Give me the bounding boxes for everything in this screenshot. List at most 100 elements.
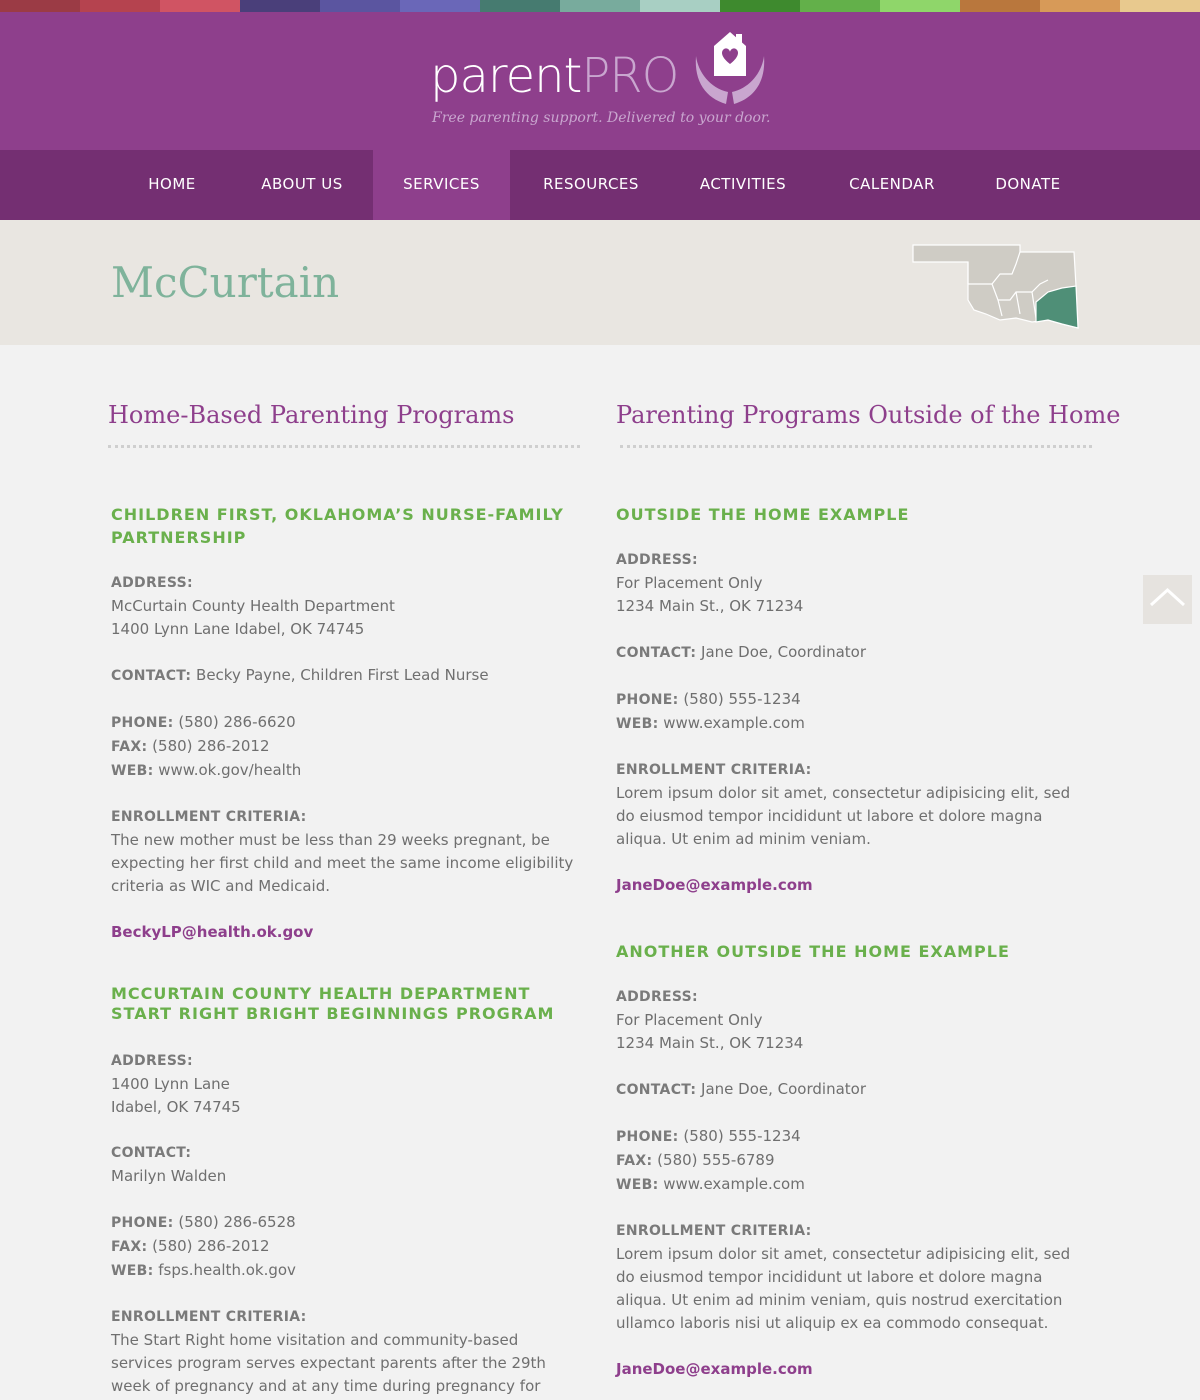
nav-item-activities[interactable]: ACTIVITIES <box>672 150 814 220</box>
outside-home-programs-column: Parenting Programs Outside of the Home O… <box>616 345 1121 1378</box>
address-label: ADDRESS: <box>111 1053 193 1069</box>
site-header: parentPRO Free parenting support. Delive… <box>0 12 1200 150</box>
fax-value: (580) 286-2012 <box>152 1237 270 1255</box>
color-swatch <box>160 0 240 12</box>
color-swatch <box>80 0 160 12</box>
program-title: ANOTHER OUTSIDE THE HOME EXAMPLE <box>616 942 1010 961</box>
address-line: 1400 Lynn Lane Idabel, OK 74745 <box>111 620 365 638</box>
web-value: www.ok.gov/health <box>158 761 302 779</box>
address-label: ADDRESS: <box>111 575 193 591</box>
email-link[interactable]: JaneDoe@example.com <box>616 876 813 894</box>
site-tagline: Free parenting support. Delivered to you… <box>432 110 771 126</box>
dotted-divider <box>108 440 580 448</box>
dotted-divider <box>620 440 1092 448</box>
phone-label: PHONE: <box>111 715 174 731</box>
color-strip <box>0 0 1200 12</box>
county-banner: McCurtain <box>0 220 1200 345</box>
program-address: ADDRESS: 1400 Lynn Lane Idabel, OK 74745 <box>111 1050 581 1119</box>
web-label: WEB: <box>111 1263 154 1279</box>
program-address: ADDRESS: For Placement Only 1234 Main St… <box>616 549 1086 618</box>
nav-item-resources[interactable]: RESOURCES <box>516 150 666 220</box>
web-label: WEB: <box>616 1177 659 1193</box>
color-swatch <box>560 0 640 12</box>
criteria-label: ENROLLMENT CRITERIA: <box>111 1309 307 1325</box>
program-address: ADDRESS: For Placement Only 1234 Main St… <box>616 986 1086 1055</box>
section-heading: Parenting Programs Outside of the Home <box>616 401 1121 429</box>
chevron-up-icon <box>1149 587 1186 607</box>
color-swatch <box>240 0 320 12</box>
address-line: 1234 Main St., OK 71234 <box>616 597 804 615</box>
phone-value: (580) 555-1234 <box>683 1127 801 1145</box>
contact-label: CONTACT: <box>111 668 192 684</box>
email-link[interactable]: BeckyLP@health.ok.gov <box>111 923 313 941</box>
nav-item-home[interactable]: HOME <box>118 150 226 220</box>
criteria-text: The new mother must be less than 29 week… <box>111 831 574 895</box>
main-nav: HOME ABOUT US SERVICES RESOURCES ACTIVIT… <box>0 150 1200 227</box>
criteria-text: Lorem ipsum dolor sit amet, consectetur … <box>616 784 1071 848</box>
program-contact: CONTACT: Jane Doe, Coordinator <box>616 1078 1086 1102</box>
program-criteria: ENROLLMENT CRITERIA: The Start Right hom… <box>111 1306 581 1400</box>
color-swatch <box>880 0 960 12</box>
program-entry: ANOTHER OUTSIDE THE HOME EXAMPLE ADDRESS… <box>616 940 1086 1381</box>
address-line: Idabel, OK 74745 <box>111 1098 241 1116</box>
address-line: 1234 Main St., OK 71234 <box>616 1034 804 1052</box>
color-swatch <box>400 0 480 12</box>
criteria-text: Lorem ipsum dolor sit amet, consectetur … <box>616 1245 1071 1332</box>
scroll-to-top-button[interactable] <box>1143 575 1192 624</box>
criteria-label: ENROLLMENT CRITERIA: <box>616 762 812 778</box>
house-heart-hands-icon <box>695 32 765 104</box>
program-contact: CONTACT: Marilyn Walden <box>111 1142 581 1188</box>
nav-item-about-us[interactable]: ABOUT US <box>236 150 368 220</box>
email-link[interactable]: JaneDoe@example.com <box>616 1360 813 1378</box>
program-phone-fax-web: PHONE: (580) 555-1234 FAX: (580) 555-678… <box>616 1125 1086 1197</box>
web-value: www.example.com <box>663 1175 805 1193</box>
program-title: CHILDREN FIRST, OKLAHOMA’S NURSE-FAMILY … <box>111 505 564 547</box>
fax-label: FAX: <box>111 739 148 755</box>
site-logo[interactable]: parentPRO Free parenting support. Delive… <box>430 32 771 132</box>
web-label: WEB: <box>616 716 659 732</box>
program-contact: CONTACT: Becky Payne, Children First Lea… <box>111 664 581 688</box>
program-criteria: ENROLLMENT CRITERIA: Lorem ipsum dolor s… <box>616 1220 1086 1335</box>
color-swatch <box>640 0 720 12</box>
contact-label: CONTACT: <box>616 645 697 661</box>
logo-wordmark: parentPRO <box>430 48 679 104</box>
contact-value: Jane Doe, Coordinator <box>701 1080 866 1098</box>
fax-value: (580) 286-2012 <box>152 737 270 755</box>
color-swatch <box>320 0 400 12</box>
program-title: OUTSIDE THE HOME EXAMPLE <box>616 505 910 524</box>
fax-value: (580) 555-6789 <box>657 1151 775 1169</box>
address-line: For Placement Only <box>616 574 763 592</box>
criteria-label: ENROLLMENT CRITERIA: <box>616 1223 812 1239</box>
contact-value: Jane Doe, Coordinator <box>701 643 866 661</box>
fax-label: FAX: <box>616 1153 653 1169</box>
address-line: For Placement Only <box>616 1011 763 1029</box>
nav-item-services[interactable]: SERVICES <box>373 150 510 227</box>
oklahoma-county-map-icon <box>912 244 1079 329</box>
color-swatch <box>800 0 880 12</box>
program-entry: MCCURTAIN COUNTY HEALTH DEPARTMENT START… <box>111 984 581 1400</box>
address-line: McCurtain County Health Department <box>111 597 395 615</box>
address-line: 1400 Lynn Lane <box>111 1075 230 1093</box>
program-phone-fax-web: PHONE: (580) 286-6620 FAX: (580) 286-201… <box>111 711 581 783</box>
nav-item-donate[interactable]: DONATE <box>970 150 1086 220</box>
color-swatch <box>1120 0 1200 12</box>
nav-item-calendar[interactable]: CALENDAR <box>820 150 964 220</box>
program-criteria: ENROLLMENT CRITERIA: Lorem ipsum dolor s… <box>616 759 1086 851</box>
criteria-text: The Start Right home visitation and comm… <box>111 1331 546 1395</box>
phone-label: PHONE: <box>111 1215 174 1231</box>
address-label: ADDRESS: <box>616 552 698 568</box>
program-criteria: ENROLLMENT CRITERIA: The new mother must… <box>111 806 581 898</box>
logo-word-parent: parent <box>430 48 582 104</box>
program-phone-fax-web: PHONE: (580) 286-6528 FAX: (580) 286-201… <box>111 1211 581 1283</box>
color-swatch <box>480 0 560 12</box>
program-title: MCCURTAIN COUNTY HEALTH DEPARTMENT START… <box>111 984 555 1023</box>
phone-value: (580) 286-6620 <box>178 713 296 731</box>
address-label: ADDRESS: <box>616 989 698 1005</box>
contact-value: Becky Payne, Children First Lead Nurse <box>196 666 489 684</box>
program-phone-web: PHONE: (580) 555-1234 WEB: www.example.c… <box>616 688 1086 736</box>
web-value: www.example.com <box>663 714 805 732</box>
page-title: McCurtain <box>111 258 340 307</box>
phone-value: (580) 555-1234 <box>683 690 801 708</box>
program-address: ADDRESS: McCurtain County Health Departm… <box>111 572 581 641</box>
phone-label: PHONE: <box>616 692 679 708</box>
